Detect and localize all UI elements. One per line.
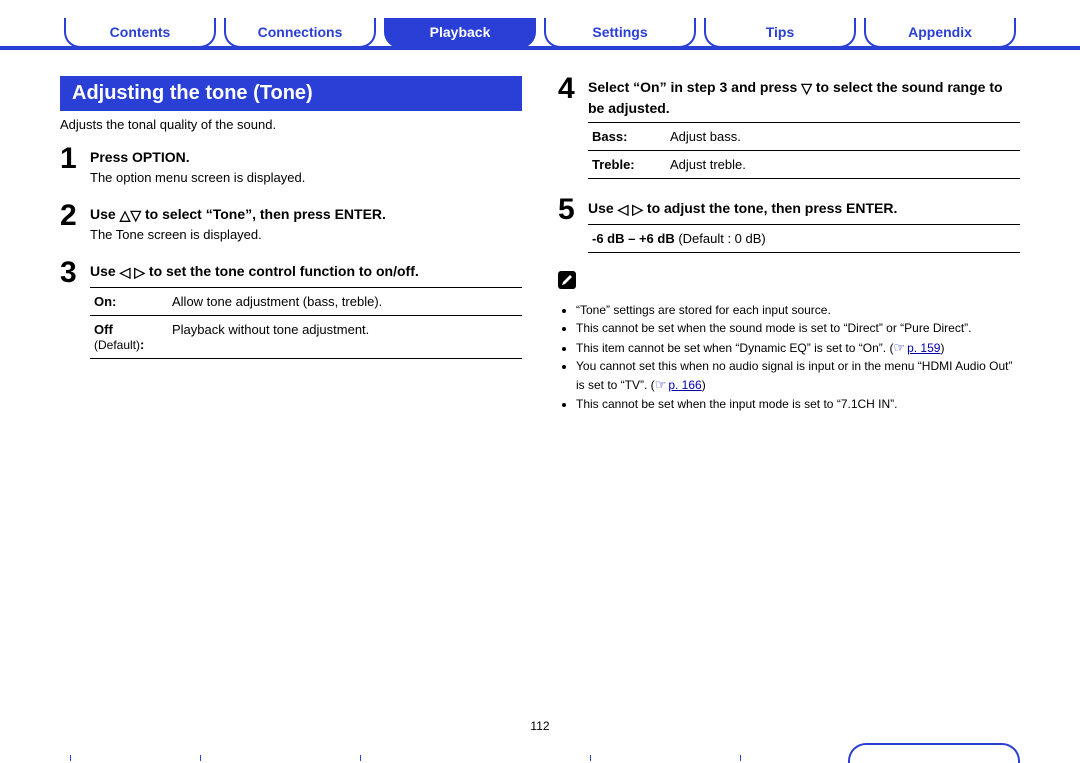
leftright-arrow-icon: ◁ ▷ — [618, 200, 643, 220]
step-head-text: to adjust the tone, then press ENTER. — [643, 200, 897, 216]
treble-val: Adjust treble. — [666, 151, 1020, 179]
onoff-on-val: Allow tone adjustment (bass, treble). — [168, 287, 522, 315]
table-row: -6 dB – +6 dB (Default : 0 dB) — [588, 224, 1020, 252]
step-number: 4 — [558, 74, 588, 104]
page-ref-link[interactable]: p. 166 — [655, 378, 702, 392]
note-text: This item cannot be set when “Dynamic EQ… — [576, 341, 893, 355]
onoff-on-key: On: — [90, 287, 168, 315]
tab-appendix[interactable]: Appendix — [864, 18, 1016, 48]
step-number: 3 — [60, 258, 90, 288]
section-heading: Adjusting the tone (Tone) — [60, 76, 522, 111]
note-item: This item cannot be set when “Dynamic EQ… — [576, 339, 1020, 358]
table-row: On: Allow tone adjustment (bass, treble)… — [90, 287, 522, 315]
step-4: 4 Select “On” in step 3 and press ▽ to s… — [558, 76, 1020, 179]
page-number: 112 — [0, 719, 1080, 733]
bass-val: Adjust bass. — [666, 123, 1020, 151]
tab-tips[interactable]: Tips — [704, 18, 856, 48]
bass-key: Bass: — [588, 123, 666, 151]
onoff-off-val: Playback without tone adjustment. — [168, 315, 522, 358]
right-column: 4 Select “On” in step 3 and press ▽ to s… — [558, 76, 1020, 414]
note-text: ) — [702, 378, 706, 392]
step-head: Use ◁ ▷ to adjust the tone, then press E… — [588, 199, 1020, 220]
top-nav: Contents Connections Playback Settings T… — [60, 18, 1020, 48]
table-row: Treble: Adjust treble. — [588, 151, 1020, 179]
off-default: (Default) — [94, 338, 140, 352]
step-2: 2 Use △▽ to select “Tone”, then press EN… — [60, 203, 522, 243]
off-label: Off — [94, 322, 113, 337]
step-sub: The option menu screen is displayed. — [90, 170, 522, 185]
tab-playback[interactable]: Playback — [384, 18, 536, 48]
pencil-icon — [558, 271, 576, 289]
step-sub: The Tone screen is displayed. — [90, 227, 522, 242]
notes-block: “Tone” settings are stored for each inpu… — [558, 271, 1020, 413]
updown-arrow-icon: △▽ — [120, 206, 142, 226]
step-head: Use △▽ to select “Tone”, then press ENTE… — [90, 205, 522, 226]
note-item: This cannot be set when the sound mode i… — [576, 320, 1020, 337]
step-head: Select “On” in step 3 and press ▽ to sel… — [588, 78, 1020, 118]
page-body: Adjusting the tone (Tone) Adjusts the to… — [60, 76, 1020, 414]
step-5: 5 Use ◁ ▷ to adjust the tone, then press… — [558, 197, 1020, 253]
down-arrow-icon: ▽ — [801, 79, 812, 99]
range-table: -6 dB – +6 dB (Default : 0 dB) — [588, 224, 1020, 253]
note-item: This cannot be set when the input mode i… — [576, 396, 1020, 413]
step-head-text: Use — [588, 200, 618, 216]
onoff-table: On: Allow tone adjustment (bass, treble)… — [90, 287, 522, 359]
off-colon: : — [140, 337, 144, 352]
tab-settings[interactable]: Settings — [544, 18, 696, 48]
note-text: You cannot set this when no audio signal… — [576, 359, 1012, 391]
step-number: 2 — [60, 201, 90, 231]
bottom-ticks — [0, 753, 1080, 761]
step-head-text: Use — [90, 263, 120, 279]
tab-connections[interactable]: Connections — [224, 18, 376, 48]
note-item: “Tone” settings are stored for each inpu… — [576, 302, 1020, 319]
left-column: Adjusting the tone (Tone) Adjusts the to… — [60, 76, 522, 414]
leftright-arrow-icon: ◁ ▷ — [120, 263, 145, 283]
step-head: Press OPTION. — [90, 148, 522, 168]
step-head: Use ◁ ▷ to set the tone control function… — [90, 262, 522, 283]
table-row: Off (Default): Playback without tone adj… — [90, 315, 522, 358]
note-item: You cannot set this when no audio signal… — [576, 358, 1020, 394]
step-number: 1 — [60, 144, 90, 174]
step-number: 5 — [558, 195, 588, 225]
onoff-off-key: Off (Default): — [90, 315, 168, 358]
step-3: 3 Use ◁ ▷ to set the tone control functi… — [60, 260, 522, 359]
table-row: Bass: Adjust bass. — [588, 123, 1020, 151]
bass-treble-table: Bass: Adjust bass. Treble: Adjust treble… — [588, 122, 1020, 179]
step-1: 1 Press OPTION. The option menu screen i… — [60, 146, 522, 185]
section-lead: Adjusts the tonal quality of the sound. — [60, 117, 522, 132]
page-ref-link[interactable]: p. 159 — [893, 341, 940, 355]
step-head-text: to select “Tone”, then press ENTER. — [141, 206, 386, 222]
treble-key: Treble: — [588, 151, 666, 179]
note-text: ) — [940, 341, 944, 355]
step-head-text: Select “On” in step 3 and press — [588, 79, 801, 95]
tab-contents[interactable]: Contents — [64, 18, 216, 48]
step-head-text: Use — [90, 206, 120, 222]
range-value: -6 dB – +6 dB — [592, 231, 675, 246]
range-default: (Default : 0 dB) — [675, 231, 766, 246]
step-head-text: to set the tone control function to on/o… — [145, 263, 419, 279]
